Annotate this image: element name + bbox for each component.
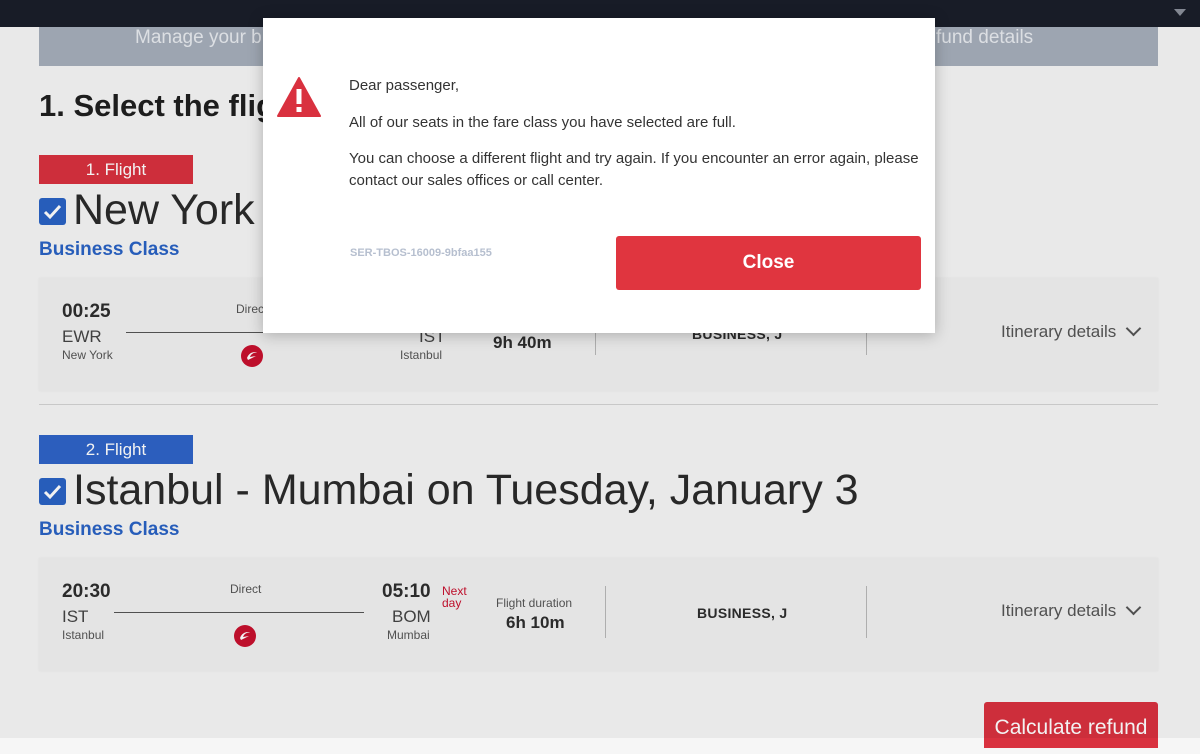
error-code: SER-TBOS-16009-9bfaa155 [350,247,492,259]
dialog-greeting: Dear passenger, [349,77,460,94]
warning-icon [277,77,321,117]
error-dialog: Dear passenger, All of our seats in the … [263,18,935,333]
close-button[interactable]: Close [616,236,921,290]
dialog-message-2: You can choose a different flight and tr… [349,150,919,189]
dialog-message-1: All of our seats in the fare class you h… [349,114,736,131]
